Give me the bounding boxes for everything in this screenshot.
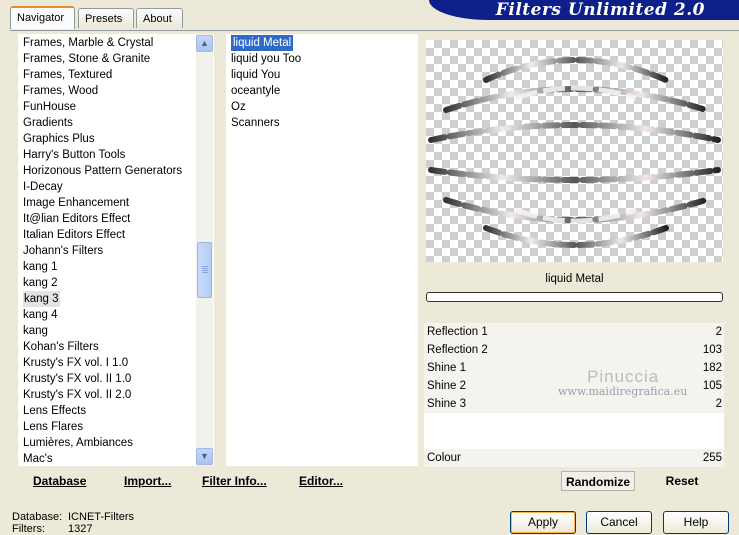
category-item[interactable]: Mac's bbox=[23, 451, 53, 466]
param-label: Reflection 2 bbox=[427, 344, 488, 356]
param-row[interactable]: Shine 1 182 bbox=[424, 359, 724, 377]
category-item[interactable]: kang 1 bbox=[23, 259, 58, 275]
selected-filter-title: liquid Metal bbox=[426, 269, 723, 289]
category-item[interactable]: FunHouse bbox=[23, 99, 76, 115]
scroll-down-button[interactable]: ▼ bbox=[196, 448, 213, 465]
category-item[interactable]: kang 4 bbox=[23, 307, 58, 323]
category-item[interactable]: Frames, Wood bbox=[23, 83, 98, 99]
scroll-thumb[interactable] bbox=[197, 242, 212, 298]
app-banner: Filters Unlimited 2.0 bbox=[429, 0, 739, 20]
filters-label: Filters: bbox=[12, 523, 45, 535]
category-item[interactable]: Harry's Button Tools bbox=[23, 147, 125, 163]
param-value[interactable]: 2 bbox=[716, 395, 722, 413]
randomize-button[interactable]: Randomize bbox=[561, 471, 635, 491]
category-scrollbar[interactable]: ▲ ▼ bbox=[196, 34, 213, 466]
category-item[interactable]: Kohan's Filters bbox=[23, 339, 99, 355]
category-item[interactable]: Frames, Marble & Crystal bbox=[23, 35, 153, 51]
filter-info-button[interactable]: Filter Info... bbox=[202, 474, 267, 488]
param-label: Reflection 1 bbox=[427, 326, 488, 338]
scroll-up-button[interactable]: ▲ bbox=[196, 35, 213, 52]
param-row[interactable]: Reflection 2 103 bbox=[424, 341, 724, 359]
category-item[interactable]: I-Decay bbox=[23, 179, 63, 195]
category-item[interactable]: Italian Editors Effect bbox=[23, 227, 125, 243]
category-item[interactable]: kang 3 bbox=[23, 291, 60, 307]
category-item[interactable]: Graphics Plus bbox=[23, 131, 95, 147]
database-button[interactable]: Database bbox=[33, 474, 86, 488]
param-value[interactable]: 2 bbox=[716, 323, 722, 341]
filters-count: 1327 bbox=[68, 523, 93, 535]
param-value[interactable]: 255 bbox=[703, 449, 722, 467]
import-button[interactable]: Import... bbox=[124, 474, 171, 488]
filter-item[interactable]: oceantyle bbox=[231, 83, 280, 99]
reset-button[interactable]: Reset bbox=[650, 471, 714, 491]
category-list[interactable]: Frames, Marble & Crystal Frames, Stone & … bbox=[18, 34, 214, 466]
database-value: ICNET-Filters bbox=[68, 511, 134, 523]
param-row[interactable]: Colour 255 bbox=[424, 449, 724, 467]
param-value[interactable]: 105 bbox=[703, 377, 722, 395]
filter-item[interactable]: Scanners bbox=[231, 115, 280, 131]
watermark-url: www.maidiregrafica.eu bbox=[558, 385, 688, 398]
category-item[interactable]: Lens Effects bbox=[23, 403, 86, 419]
filter-item[interactable]: liquid you Too bbox=[231, 51, 301, 67]
param-row[interactable]: Reflection 1 2 bbox=[424, 323, 724, 341]
progress-bar bbox=[426, 292, 723, 302]
param-label: Colour bbox=[427, 452, 461, 464]
param-value[interactable]: 103 bbox=[703, 341, 722, 359]
category-item[interactable]: Frames, Stone & Granite bbox=[23, 51, 150, 67]
category-item[interactable]: Lens Flares bbox=[23, 419, 83, 435]
param-label: Shine 1 bbox=[427, 362, 467, 374]
category-item[interactable]: Lumières, Ambiances bbox=[23, 435, 133, 451]
param-label: Shine 2 bbox=[427, 380, 467, 392]
param-label: Shine 3 bbox=[427, 398, 467, 410]
tab-about[interactable]: About bbox=[136, 8, 183, 28]
filter-item[interactable]: Oz bbox=[231, 99, 246, 115]
category-item[interactable]: kang bbox=[23, 323, 48, 339]
category-item[interactable]: Krusty's FX vol. II 2.0 bbox=[23, 387, 131, 403]
filter-item[interactable]: liquid Metal bbox=[231, 35, 294, 51]
param-value[interactable]: 182 bbox=[703, 359, 722, 377]
filter-list[interactable]: liquid Metal liquid you Too liquid You ocea… bbox=[226, 34, 418, 466]
preview-liquid-metal-art bbox=[428, 57, 721, 248]
param-empty-row bbox=[424, 431, 724, 449]
banner-title: Filters Unlimited 2.0 bbox=[495, 0, 705, 20]
param-empty-row bbox=[424, 413, 724, 431]
tab-presets[interactable]: Presets bbox=[78, 8, 134, 28]
tab-navigator[interactable]: Navigator bbox=[10, 6, 75, 29]
filter-item[interactable]: liquid You bbox=[231, 67, 280, 83]
category-item[interactable]: Krusty's FX vol. I 1.0 bbox=[23, 355, 128, 371]
category-item[interactable]: Krusty's FX vol. II 1.0 bbox=[23, 371, 131, 387]
category-item[interactable]: Horizonous Pattern Generators bbox=[23, 163, 182, 179]
category-item[interactable]: kang 2 bbox=[23, 275, 58, 291]
preview-image bbox=[426, 40, 723, 262]
category-item[interactable]: Image Enhancement bbox=[23, 195, 129, 211]
editor-button[interactable]: Editor... bbox=[299, 474, 343, 488]
category-item[interactable]: Frames, Textured bbox=[23, 67, 112, 83]
category-item[interactable]: It@lian Editors Effect bbox=[23, 211, 130, 227]
category-item[interactable]: Johann's Filters bbox=[23, 243, 103, 259]
category-item[interactable]: Gradients bbox=[23, 115, 73, 131]
watermark-name: Pinuccia bbox=[587, 367, 660, 386]
database-label: Database: bbox=[12, 511, 63, 523]
